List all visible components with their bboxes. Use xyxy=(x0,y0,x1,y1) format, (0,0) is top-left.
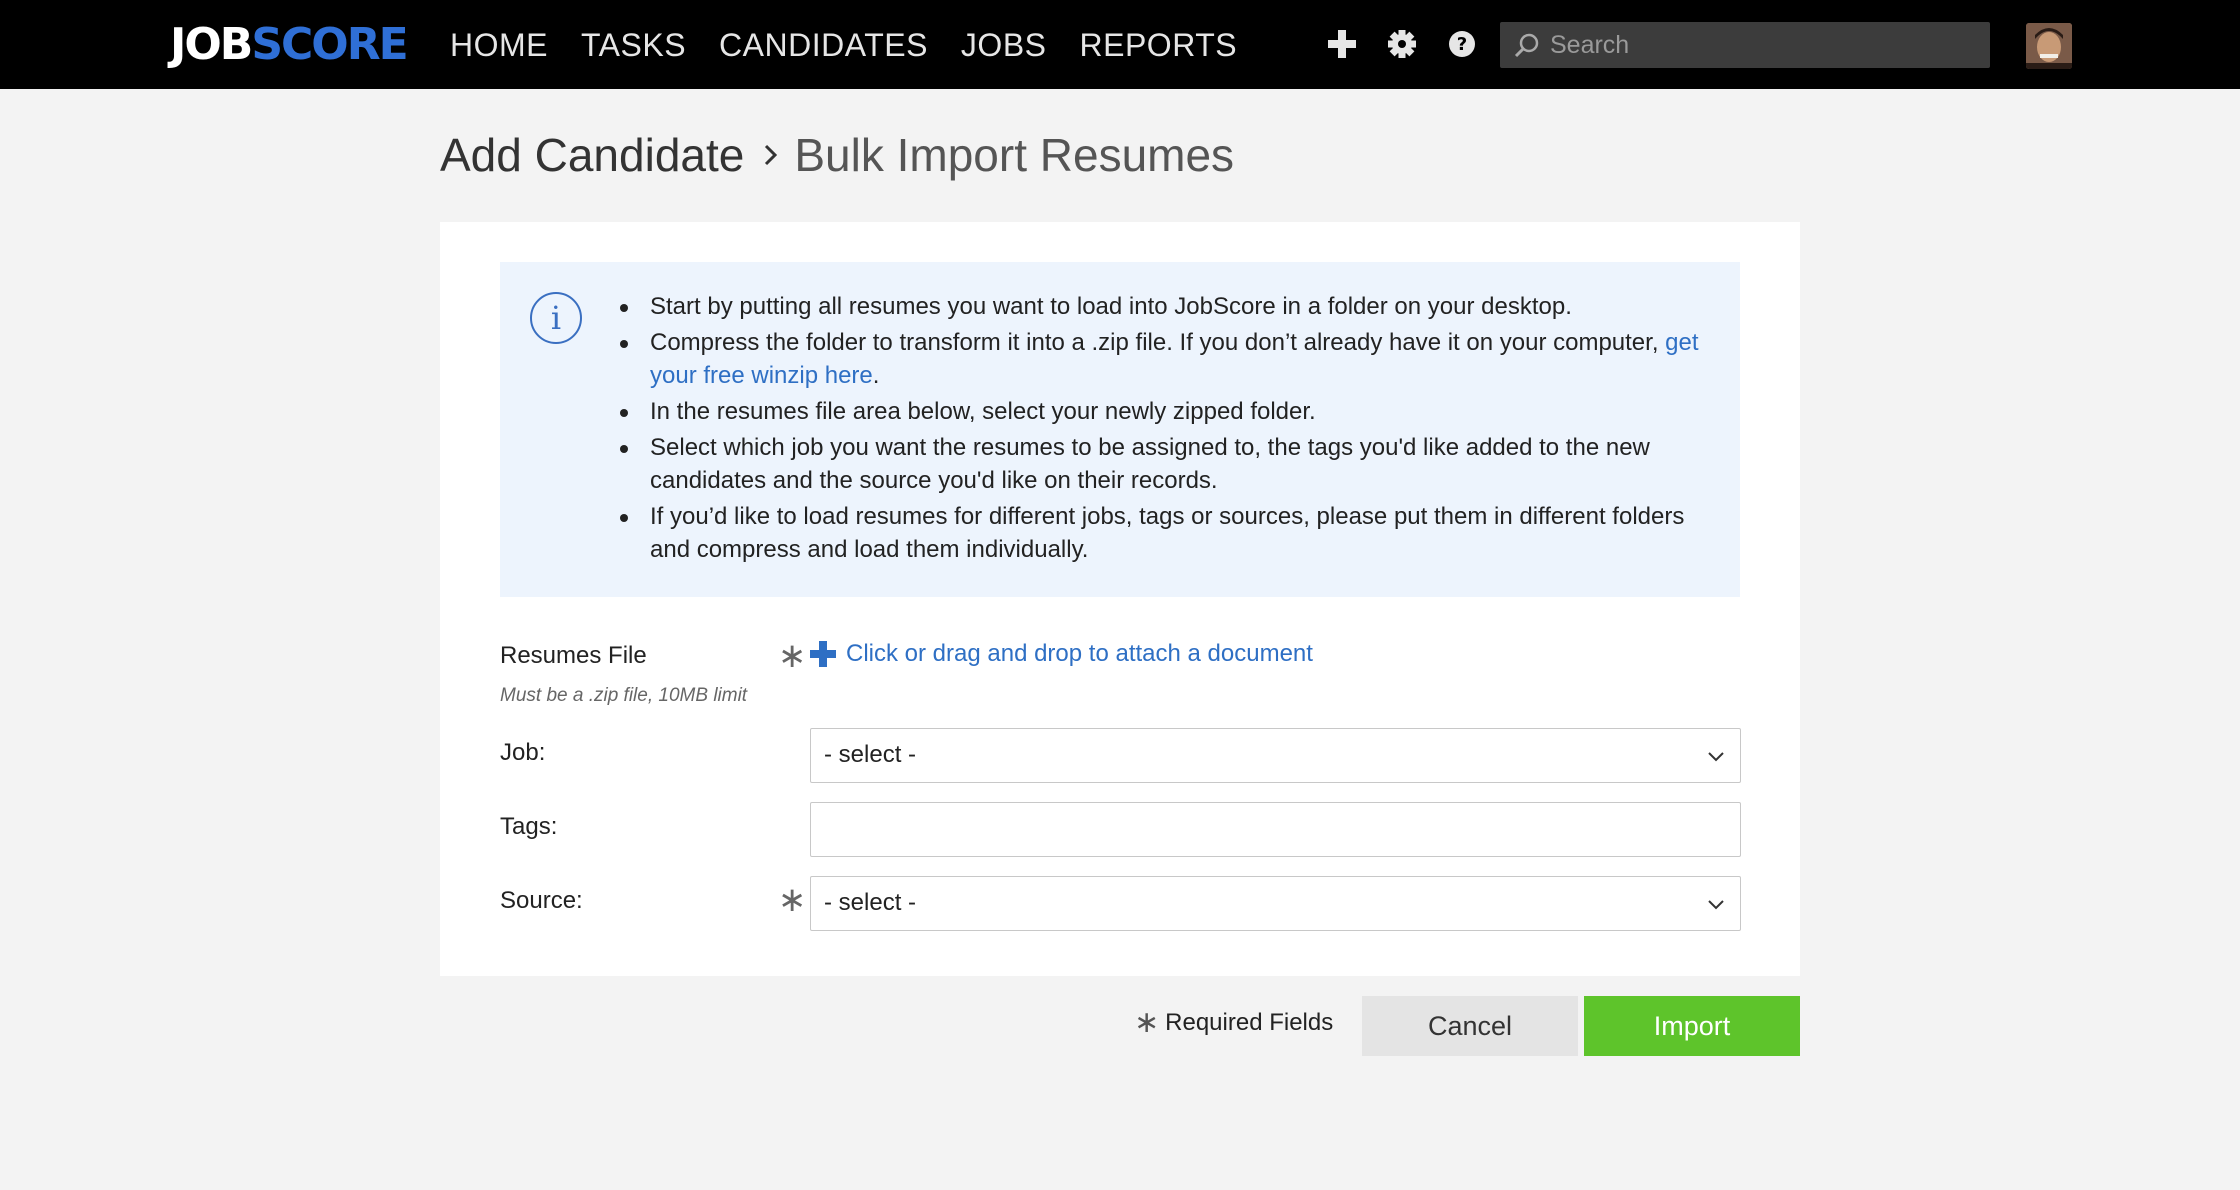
required-fields-note: ∗ Required Fields xyxy=(1134,1005,1333,1040)
main-nav: HOME TASKS CANDIDATES JOBS REPORTS xyxy=(450,24,1270,66)
source-select-value: - select - xyxy=(824,889,917,916)
instruction-item: Start by putting all resumes you want to… xyxy=(620,290,1700,323)
nav-home[interactable]: HOME xyxy=(450,24,548,66)
logo-job-text: JOB xyxy=(170,19,253,70)
attach-document-dropzone[interactable]: Click or drag and drop to attach a docum… xyxy=(810,640,1313,668)
resumes-file-hint: Must be a .zip file, 10MB limit xyxy=(500,685,748,706)
instruction-item: Select which job you want the resumes to… xyxy=(620,431,1700,497)
instruction-item: Compress the folder to transform it into… xyxy=(620,326,1700,392)
source-label: Source: xyxy=(500,887,583,914)
job-select[interactable]: - select - xyxy=(810,728,1741,783)
plus-icon xyxy=(810,641,836,667)
instructions-panel: i Start by putting all resumes you want … xyxy=(500,262,1740,597)
chevron-down-icon xyxy=(1706,895,1726,915)
instruction-text: Select which job you want the resumes to… xyxy=(650,434,1650,494)
chevron-right-icon xyxy=(762,141,780,169)
search-icon xyxy=(1514,32,1540,58)
svg-text:?: ? xyxy=(1457,34,1467,55)
plus-icon[interactable] xyxy=(1322,24,1362,64)
search-input[interactable] xyxy=(1550,30,1970,60)
nav-reports[interactable]: REPORTS xyxy=(1080,24,1238,66)
page-title: Bulk Import Resumes xyxy=(794,129,1235,181)
required-fields-text: Required Fields xyxy=(1165,1008,1334,1036)
top-icons: ? xyxy=(1322,24,1502,64)
user-avatar[interactable] xyxy=(2026,23,2072,69)
cancel-button[interactable]: Cancel xyxy=(1362,996,1578,1056)
search-box[interactable] xyxy=(1500,22,1990,68)
bulk-import-card: i Start by putting all resumes you want … xyxy=(440,222,1800,976)
info-icon: i xyxy=(530,292,582,344)
instruction-item: If you’d like to load resumes for differ… xyxy=(620,500,1700,566)
breadcrumb: Add Candidate Bulk Import Resumes xyxy=(440,124,1234,186)
gear-icon[interactable] xyxy=(1382,24,1422,64)
nav-candidates[interactable]: CANDIDATES xyxy=(719,24,928,66)
resumes-file-label: Resumes File xyxy=(500,642,647,669)
help-icon[interactable]: ? xyxy=(1442,24,1482,64)
breadcrumb-parent[interactable]: Add Candidate xyxy=(440,124,744,186)
tags-input[interactable] xyxy=(810,802,1741,857)
instruction-text: In the resumes file area below, select y… xyxy=(650,398,1316,425)
required-asterisk: ∗ xyxy=(1134,1005,1160,1040)
tags-label: Tags: xyxy=(500,813,558,840)
nav-jobs[interactable]: JOBS xyxy=(961,24,1047,66)
instructions-list: Start by putting all resumes you want to… xyxy=(620,290,1700,569)
job-select-value: - select - xyxy=(824,741,917,768)
top-nav-bar: JOBSCORE HOME TASKS CANDIDATES JOBS REPO… xyxy=(0,0,2240,89)
jobscore-logo[interactable]: JOBSCORE xyxy=(170,19,409,70)
required-asterisk: ∗ xyxy=(778,636,807,676)
job-label: Job: xyxy=(500,739,546,766)
instruction-text: Start by putting all resumes you want to… xyxy=(650,293,1572,320)
import-button[interactable]: Import xyxy=(1584,996,1800,1056)
source-select[interactable]: - select - xyxy=(810,876,1741,931)
required-asterisk: ∗ xyxy=(778,880,807,920)
instruction-item: In the resumes file area below, select y… xyxy=(620,395,1700,428)
attach-document-label: Click or drag and drop to attach a docum… xyxy=(846,640,1313,667)
instruction-text: Compress the folder to transform it into… xyxy=(650,329,1666,356)
nav-tasks[interactable]: TASKS xyxy=(581,24,686,66)
instruction-text-end: . xyxy=(872,362,880,389)
chevron-down-icon xyxy=(1706,747,1726,767)
logo-score-text: SCORE xyxy=(251,19,408,70)
instruction-text: If you’d like to load resumes for differ… xyxy=(650,503,1685,563)
